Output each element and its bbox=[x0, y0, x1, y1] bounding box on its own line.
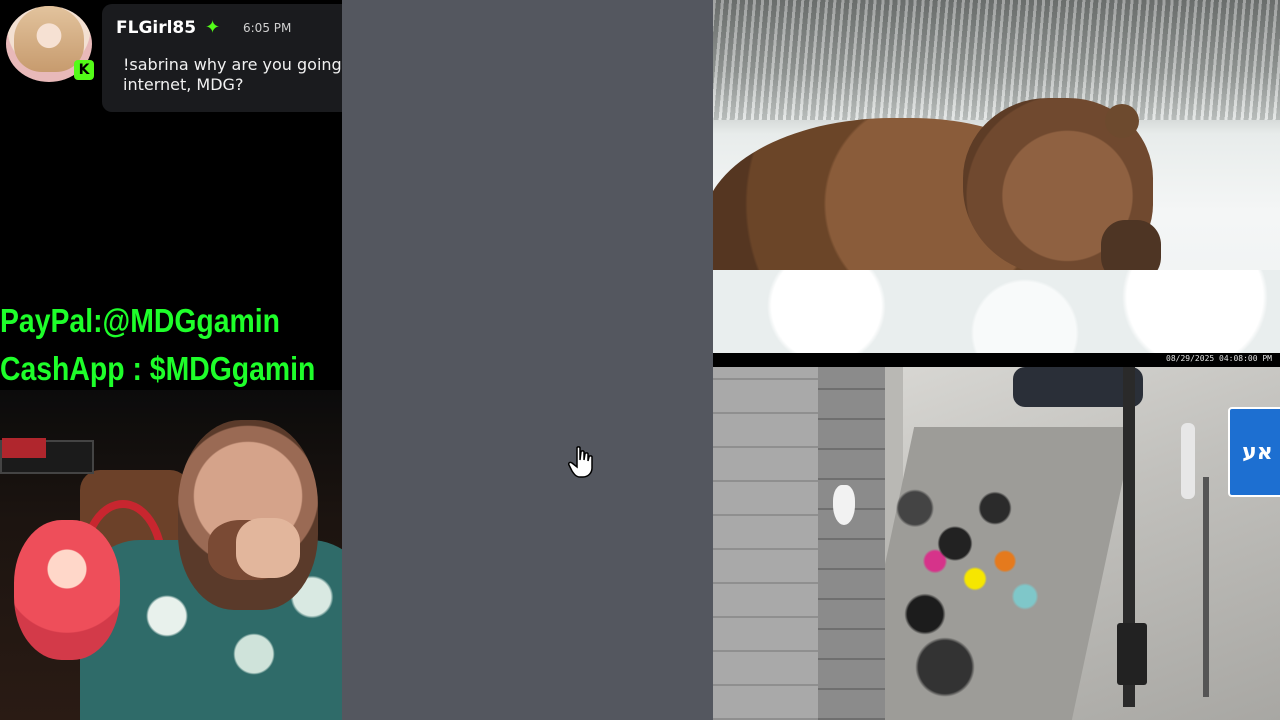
hand-cursor-icon bbox=[568, 446, 593, 478]
blank-panel bbox=[342, 0, 713, 720]
streamer-hand bbox=[236, 518, 300, 578]
security-camera-icon bbox=[833, 485, 855, 525]
streamer-head bbox=[178, 420, 318, 610]
river-foam bbox=[713, 270, 1280, 353]
trash-can bbox=[1117, 623, 1147, 685]
plush-toy bbox=[14, 520, 120, 660]
street-cam-timestamp: 08/29/2025 04:08:00 PM bbox=[1166, 354, 1272, 363]
street-sign: אע bbox=[1228, 407, 1280, 497]
cashapp-handle: CashApp : $MDGgamin bbox=[0, 350, 316, 387]
kick-badge-icon: K bbox=[74, 60, 94, 80]
wall-edge bbox=[818, 367, 885, 720]
streamer-webcam bbox=[0, 390, 342, 720]
bear-ear bbox=[1105, 104, 1139, 138]
pedestrian bbox=[1181, 423, 1195, 499]
chat-timestamp: 6:05 PM bbox=[243, 21, 292, 35]
crowd bbox=[885, 367, 1085, 720]
bear-cam-video[interactable] bbox=[713, 0, 1280, 353]
street-cam-video[interactable]: אע bbox=[713, 367, 1280, 720]
chat-username[interactable]: FLGirl85 bbox=[116, 18, 196, 38]
waterfall bbox=[713, 0, 1280, 120]
paypal-handle: PayPal:@MDGgamin bbox=[0, 302, 281, 339]
video-divider: 08/29/2025 04:08:00 PM bbox=[713, 353, 1280, 367]
green-sparkle-icon: ✦ bbox=[205, 17, 221, 38]
sign-pole bbox=[1203, 477, 1209, 697]
mic-clamp bbox=[2, 438, 46, 458]
